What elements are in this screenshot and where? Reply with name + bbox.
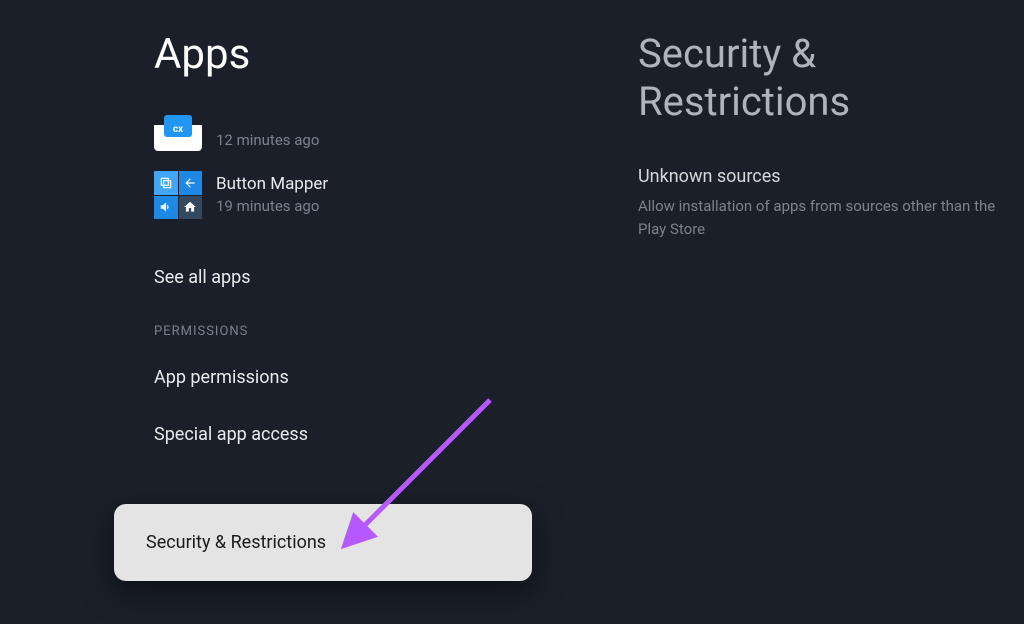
app-time: 12 minutes ago xyxy=(216,130,319,151)
section-header-permissions: PERMISSIONS xyxy=(154,324,620,339)
home-icon xyxy=(179,196,203,220)
detail-right-pane: Security & Restrictions Unknown sources … xyxy=(620,0,1024,624)
window-icon xyxy=(154,171,178,195)
selected-item-label: Security & Restrictions xyxy=(146,532,326,553)
recent-app-row[interactable]: Button Mapper 19 minutes ago xyxy=(154,171,620,219)
app-icon-button-mapper xyxy=(154,171,202,219)
app-name: Button Mapper xyxy=(216,173,328,195)
detail-option-desc: Allow installation of apps from sources … xyxy=(638,195,1024,240)
list-item-special-app-access[interactable]: Special app access xyxy=(154,406,620,463)
page-title: Apps xyxy=(154,30,620,79)
see-all-apps[interactable]: See all apps xyxy=(154,249,620,306)
volume-icon xyxy=(154,196,178,220)
list-item-security-restrictions[interactable]: Security & Restrictions xyxy=(114,504,532,581)
detail-option-unknown-sources[interactable]: Unknown sources xyxy=(638,166,1024,187)
list-item-app-permissions[interactable]: App permissions xyxy=(154,349,620,406)
recent-app-row[interactable]: cx 12 minutes ago xyxy=(154,107,620,151)
detail-title: Security & Restrictions xyxy=(638,30,1024,126)
back-arrow-icon xyxy=(179,171,203,195)
app-icon-cx: cx xyxy=(154,125,202,151)
app-time: 19 minutes ago xyxy=(216,196,328,217)
